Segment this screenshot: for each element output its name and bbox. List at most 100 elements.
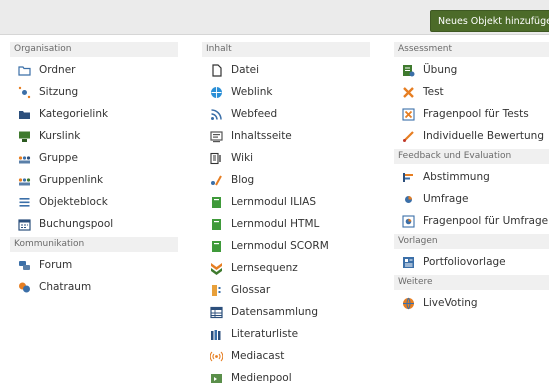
menu-item-label: Objekteblock: [39, 196, 108, 208]
menu-item-label: Chatraum: [39, 281, 92, 293]
survey-icon: [402, 193, 415, 206]
question-pool-icon: [402, 107, 415, 121]
forum-icon: [18, 259, 31, 272]
weblink-icon: [210, 86, 223, 99]
menu-item-label: Kategorielink: [39, 108, 109, 120]
section-header-assessment: Assessment: [394, 42, 549, 57]
menu-item-label: Individuelle Bewertung: [423, 130, 544, 142]
bibliography-icon: [210, 328, 223, 341]
menu-item-objekteblock[interactable]: Objekteblock: [10, 191, 178, 213]
menu-item-lernmodul-html[interactable]: Lernmodul HTML: [202, 213, 370, 235]
data-collection-icon: [210, 306, 223, 319]
menu-item-label: Übung: [423, 64, 458, 76]
column-organisation-communication: Organisation Ordner Sitzung Kategorielin…: [10, 40, 178, 298]
menu-item-label: Inhaltsseite: [231, 130, 292, 142]
menu-item-label: Ordner: [39, 64, 76, 76]
content-page-icon: [210, 130, 223, 143]
menu-item-label: Abstimmung: [423, 171, 490, 183]
menu-item-datensammlung[interactable]: Datensammlung: [202, 301, 370, 323]
menu-item-label: Gruppenlink: [39, 174, 104, 186]
menu-item-label: Wiki: [231, 152, 254, 164]
add-new-object-button[interactable]: Neues Objekt hinzufügen: [430, 10, 549, 32]
menu-item-label: Weblink: [231, 86, 273, 98]
menu-item-label: LiveVoting: [423, 297, 478, 309]
category-link-icon: [18, 108, 31, 121]
menu-item-inhaltsseite[interactable]: Inhaltsseite: [202, 125, 370, 147]
menu-item-lernsequenz[interactable]: Lernsequenz: [202, 257, 370, 279]
menu-item-label: Lernmodul SCORM: [231, 240, 329, 252]
menu-item-webfeed[interactable]: Webfeed: [202, 103, 370, 125]
glossary-icon: [210, 284, 223, 297]
menu-item-blog[interactable]: Blog: [202, 169, 370, 191]
menu-item-label: Fragenpool für Tests: [423, 108, 529, 120]
section-header-kommunikation: Kommunikation: [10, 237, 178, 252]
menu-item-label: Forum: [39, 259, 73, 271]
blog-icon: [210, 174, 223, 187]
menu-item-umfrage[interactable]: Umfrage: [394, 188, 549, 210]
menu-item-uebung[interactable]: Übung: [394, 59, 549, 81]
menu-item-forum[interactable]: Forum: [10, 254, 178, 276]
learning-module-scorm-icon: [210, 240, 223, 253]
course-link-icon: [18, 130, 31, 143]
menu-item-gruppe[interactable]: Gruppe: [10, 147, 178, 169]
section-header-inhalt: Inhalt: [202, 42, 370, 57]
group-link-icon: [18, 174, 31, 187]
menu-item-label: Gruppe: [39, 152, 78, 164]
menu-item-label: Glossar: [231, 284, 271, 296]
menu-item-label: Kurslink: [39, 130, 81, 142]
section-header-vorlagen: Vorlagen: [394, 234, 549, 249]
menu-item-individuelle-bewertung[interactable]: Individuelle Bewertung: [394, 125, 549, 147]
menu-item-label: Lernmodul HTML: [231, 218, 320, 230]
learning-module-html-icon: [210, 218, 223, 231]
menu-item-ordner[interactable]: Ordner: [10, 59, 178, 81]
survey-pool-icon: [402, 214, 415, 228]
menu-item-fragenpool-tests[interactable]: Fragenpool für Tests: [394, 103, 549, 125]
menu-item-label: Buchungspool: [39, 218, 114, 230]
menu-item-livevoting[interactable]: LiveVoting: [394, 292, 549, 314]
menu-item-lernmodul-scorm[interactable]: Lernmodul SCORM: [202, 235, 370, 257]
menu-item-buchungspool[interactable]: Buchungspool: [10, 213, 178, 235]
test-icon: [402, 86, 415, 99]
menu-item-test[interactable]: Test: [394, 81, 549, 103]
menu-item-kurslink[interactable]: Kurslink: [10, 125, 178, 147]
session-icon: [18, 86, 31, 99]
object-block-icon: [18, 196, 31, 209]
column-assessment-more: Assessment Übung Test Fragenpool für Tes…: [394, 40, 549, 314]
rss-icon: [210, 108, 223, 121]
menu-item-label: Sitzung: [39, 86, 79, 98]
menu-item-label: Mediacast: [231, 350, 285, 362]
menu-item-mediacast[interactable]: Mediacast: [202, 345, 370, 367]
menu-item-label: Medienpool: [231, 372, 292, 384]
section-header-feedback: Feedback und Evaluation: [394, 149, 549, 164]
menu-item-glossar[interactable]: Glossar: [202, 279, 370, 301]
section-header-weitere: Weitere: [394, 275, 549, 290]
menu-item-datei[interactable]: Datei: [202, 59, 370, 81]
mediacast-icon: [210, 350, 223, 363]
menu-item-label: Blog: [231, 174, 255, 186]
livevoting-icon: [402, 297, 415, 310]
exercise-icon: [402, 64, 415, 77]
menu-item-lernmodul-ilias[interactable]: Lernmodul ILIAS: [202, 191, 370, 213]
menu-item-label: Datensammlung: [231, 306, 319, 318]
menu-item-wiki[interactable]: Wiki: [202, 147, 370, 169]
menu-item-weblink[interactable]: Weblink: [202, 81, 370, 103]
menu-item-fragenpool-umfragen[interactable]: Fragenpool für Umfragen: [394, 210, 549, 232]
menu-item-gruppenlink[interactable]: Gruppenlink: [10, 169, 178, 191]
booking-pool-icon: [18, 218, 31, 231]
toolbar: Neues Objekt hinzufügen: [0, 0, 549, 35]
menu-item-portfoliovorlage[interactable]: Portfoliovorlage: [394, 251, 549, 273]
menu-item-label: Literaturliste: [231, 328, 299, 340]
media-pool-icon: [210, 372, 223, 385]
menu-item-abstimmung[interactable]: Abstimmung: [394, 166, 549, 188]
menu-item-chatraum[interactable]: Chatraum: [10, 276, 178, 298]
folder-icon: [18, 64, 31, 77]
group-icon: [18, 152, 31, 165]
learning-sequence-icon: [210, 262, 223, 275]
menu-item-sitzung[interactable]: Sitzung: [10, 81, 178, 103]
portfolio-template-icon: [402, 256, 415, 269]
menu-item-label: Webfeed: [231, 108, 278, 120]
menu-item-literaturliste[interactable]: Literaturliste: [202, 323, 370, 345]
section-header-organisation: Organisation: [10, 42, 178, 57]
menu-item-kategorielink[interactable]: Kategorielink: [10, 103, 178, 125]
menu-item-medienpool[interactable]: Medienpool: [202, 367, 370, 389]
